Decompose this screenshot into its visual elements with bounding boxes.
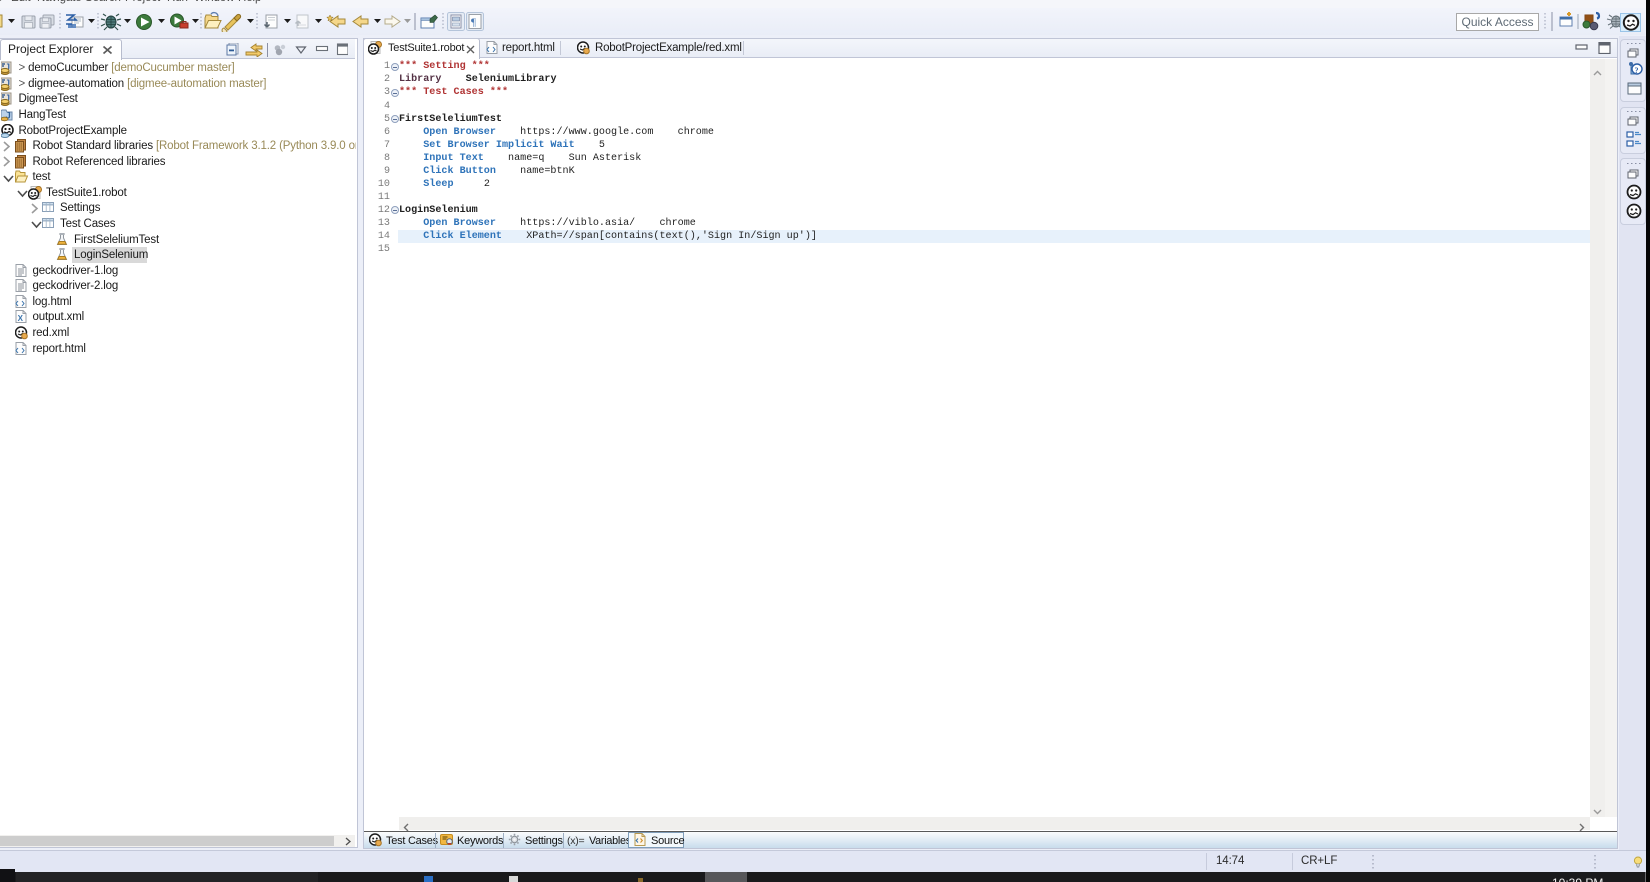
svg-text:?: ?	[1635, 66, 1639, 75]
svg-text:¶: ¶	[471, 17, 476, 29]
